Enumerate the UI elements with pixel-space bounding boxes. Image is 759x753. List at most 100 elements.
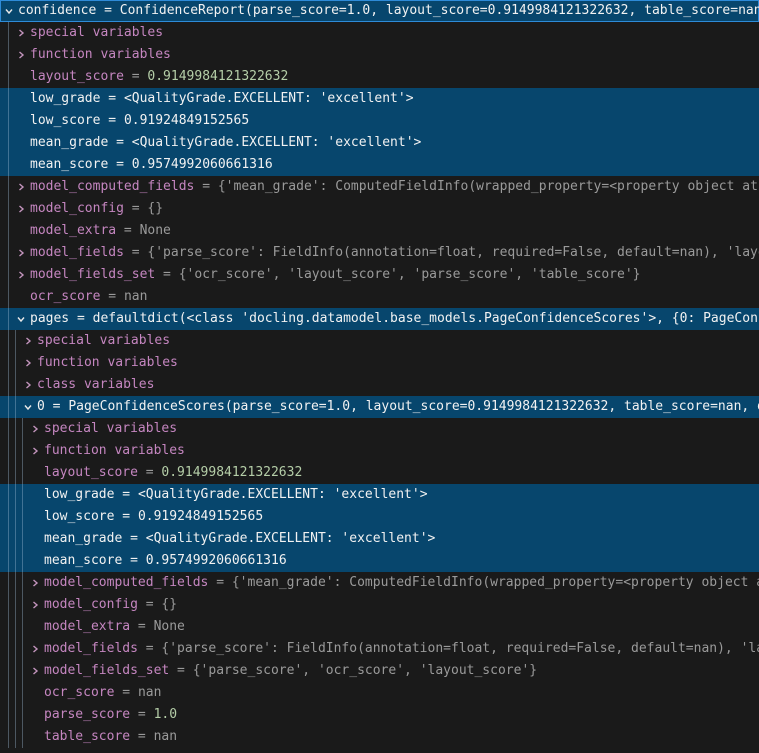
indent-guide — [15, 594, 16, 616]
chevron-right-icon[interactable] — [29, 572, 41, 594]
tree-row[interactable]: model_config = {} — [0, 594, 759, 616]
chevron-right-icon[interactable] — [15, 264, 27, 286]
tree-row[interactable]: special variables — [0, 418, 759, 440]
group-label: function variables — [44, 443, 185, 458]
tree-row[interactable]: layout_score = 0.9149984121322632 — [0, 66, 759, 88]
variable-value: 0.91924849152565 — [124, 113, 249, 128]
indent-guide — [8, 484, 9, 506]
variable-value: 0.9149984121322632 — [161, 465, 302, 480]
tree-row[interactable]: mean_grade = <QualityGrade.EXCELLENT: 'e… — [0, 132, 759, 154]
variable-value: {'parse_score', 'ocr_score', 'layout_sco… — [193, 663, 537, 678]
tree-row[interactable]: model_fields = {'parse_score': FieldInfo… — [0, 242, 759, 264]
indent-guide — [8, 308, 9, 330]
chevron-down-icon[interactable] — [3, 0, 15, 22]
indent-guide — [22, 462, 23, 484]
chevron-right-icon[interactable] — [15, 44, 27, 66]
tree-row[interactable]: class variables — [0, 374, 759, 396]
chevron-right-icon[interactable] — [15, 242, 27, 264]
tree-row[interactable]: confidence = ConfidenceReport(parse_scor… — [0, 0, 759, 22]
equals-sign: = — [138, 465, 161, 480]
indent-guide — [8, 594, 9, 616]
equals-sign: = — [45, 399, 68, 414]
tree-row[interactable]: model_extra = None — [0, 616, 759, 638]
tree-row[interactable]: special variables — [0, 22, 759, 44]
indent-guide — [22, 638, 23, 660]
group-label: special variables — [37, 333, 170, 348]
indent-guide — [22, 616, 23, 638]
chevron-right-icon[interactable] — [29, 638, 41, 660]
tree-row[interactable]: ocr_score = nan — [0, 682, 759, 704]
tree-row[interactable]: model_config = {} — [0, 198, 759, 220]
indent-guide — [22, 726, 23, 748]
tree-row[interactable]: model_computed_fields = {'mean_grade': C… — [0, 176, 759, 198]
variable-value: {} — [147, 201, 163, 216]
chevron-right-icon[interactable] — [15, 198, 27, 220]
chevron-right-icon[interactable] — [22, 352, 34, 374]
tree-row[interactable]: parse_score = 1.0 — [0, 704, 759, 726]
indent-guide — [22, 418, 23, 440]
tree-row[interactable]: mean_grade = <QualityGrade.EXCELLENT: 'e… — [0, 528, 759, 550]
variable-value: None — [140, 223, 171, 238]
variable-value: <QualityGrade.EXCELLENT: 'excellent'> — [138, 487, 428, 502]
variable-value: PageConfidenceScores(parse_score=1.0, la… — [68, 399, 759, 414]
indent-guide — [8, 198, 9, 220]
chevron-right-icon[interactable] — [22, 374, 34, 396]
indent-guide — [8, 462, 9, 484]
tree-row[interactable]: special variables — [0, 330, 759, 352]
indent-guide — [8, 352, 9, 374]
indent-guide — [15, 330, 16, 352]
chevron-right-icon[interactable] — [29, 660, 41, 682]
chevron-right-icon[interactable] — [15, 22, 27, 44]
variable-name: mean_grade — [30, 135, 108, 150]
tree-row[interactable]: low_grade = <QualityGrade.EXCELLENT: 'ex… — [0, 88, 759, 110]
chevron-down-icon[interactable] — [15, 308, 27, 330]
variable-value: {'mean_grade': ComputedFieldInfo(wrapped… — [218, 179, 758, 194]
equals-sign: = — [122, 531, 145, 546]
variable-value: defaultdict(<class 'docling.datamodel.ba… — [93, 311, 759, 326]
variable-name: layout_score — [44, 465, 138, 480]
tree-row[interactable]: function variables — [0, 440, 759, 462]
tree-row[interactable]: low_score = 0.91924849152565 — [0, 506, 759, 528]
indent-guide — [15, 440, 16, 462]
tree-row[interactable]: model_computed_fields = {'mean_grade': C… — [0, 572, 759, 594]
indent-guide — [22, 550, 23, 572]
tree-row[interactable]: mean_score = 0.9574992060661316 — [0, 154, 759, 176]
equals-sign: = — [138, 597, 161, 612]
variable-name: model_fields — [30, 245, 124, 260]
indent-guide — [8, 220, 9, 242]
indent-guide — [15, 506, 16, 528]
indent-guide — [22, 660, 23, 682]
variable-value: nan — [124, 289, 147, 304]
variable-name: ocr_score — [30, 289, 100, 304]
equals-sign: = — [124, 69, 147, 84]
chevron-right-icon[interactable] — [29, 594, 41, 616]
tree-row[interactable]: function variables — [0, 352, 759, 374]
group-label: function variables — [30, 47, 171, 62]
indent-guide — [8, 242, 9, 264]
indent-guide — [8, 440, 9, 462]
variable-name: low_grade — [30, 91, 100, 106]
chevron-down-icon[interactable] — [22, 396, 34, 418]
indent-guide — [8, 330, 9, 352]
tree-row[interactable]: function variables — [0, 44, 759, 66]
tree-row[interactable]: low_grade = <QualityGrade.EXCELLENT: 'ex… — [0, 484, 759, 506]
chevron-right-icon[interactable] — [29, 440, 41, 462]
tree-row[interactable]: pages = defaultdict(<class 'docling.data… — [0, 308, 759, 330]
tree-row[interactable]: model_fields_set = {'ocr_score', 'layout… — [0, 264, 759, 286]
indent-guide — [15, 528, 16, 550]
tree-row[interactable]: mean_score = 0.9574992060661316 — [0, 550, 759, 572]
chevron-right-icon[interactable] — [15, 176, 27, 198]
tree-row[interactable]: model_fields_set = {'parse_score', 'ocr_… — [0, 660, 759, 682]
equals-sign: = — [124, 201, 147, 216]
tree-row[interactable]: low_score = 0.91924849152565 — [0, 110, 759, 132]
tree-row[interactable]: ocr_score = nan — [0, 286, 759, 308]
tree-row[interactable]: model_fields = {'parse_score': FieldInfo… — [0, 638, 759, 660]
chevron-right-icon[interactable] — [29, 418, 41, 440]
tree-row[interactable]: 0 = PageConfidenceScores(parse_score=1.0… — [0, 396, 759, 418]
equals-sign: = — [108, 135, 131, 150]
chevron-right-icon[interactable] — [22, 330, 34, 352]
variable-name: low_score — [44, 509, 114, 524]
tree-row[interactable]: model_extra = None — [0, 220, 759, 242]
tree-row[interactable]: layout_score = 0.9149984121322632 — [0, 462, 759, 484]
tree-row[interactable]: table_score = nan — [0, 726, 759, 748]
